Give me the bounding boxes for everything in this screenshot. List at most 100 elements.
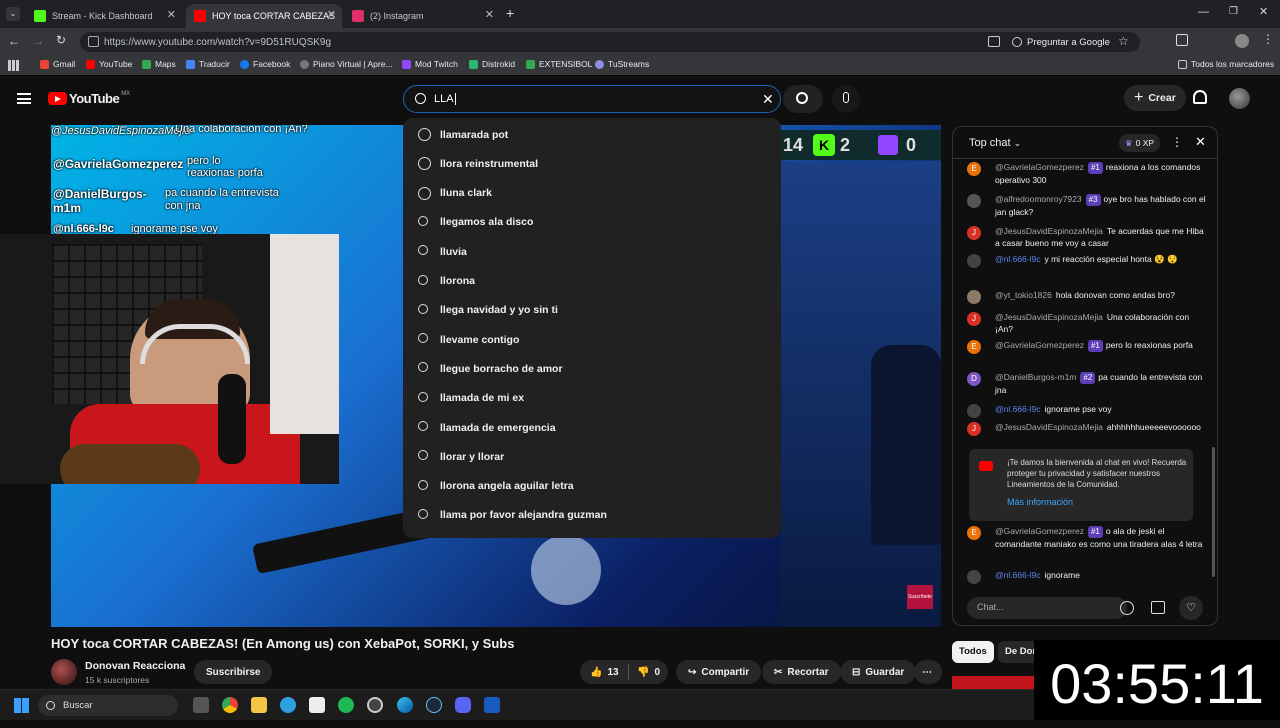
search-suggestion[interactable]: llorar y llorar — [403, 442, 781, 471]
bookmark-tustreams[interactable]: TuStreams — [595, 59, 649, 69]
bookmark-gmail[interactable]: Gmail — [40, 59, 75, 69]
more-info-link[interactable]: Más información — [1007, 497, 1073, 508]
search-button[interactable] — [783, 85, 823, 113]
chat-message[interactable]: @yt_tokio1826 hola donovan como andas bro… — [967, 289, 1207, 304]
search-suggestion[interactable]: llegamos ala disco — [403, 208, 781, 237]
chat-message[interactable]: E @GavrielaGomezperez #1 o ala de jeski el … — [967, 525, 1207, 550]
chat-avatar[interactable]: J — [967, 422, 981, 436]
chat-author[interactable]: @yt_tokio1826 — [995, 290, 1052, 300]
steam-icon[interactable] — [426, 697, 442, 713]
chat-message[interactable]: @nl.666-l9c ignorame — [967, 569, 1207, 584]
word-icon[interactable] — [484, 697, 500, 713]
forward-icon[interactable]: → — [32, 34, 44, 48]
chat-author[interactable]: @GavrielaGomezperez — [995, 526, 1084, 536]
install-icon[interactable] — [988, 36, 1000, 47]
search-suggestion[interactable]: llega navidad y yo sin ti — [403, 296, 781, 325]
back-icon[interactable]: ← — [8, 34, 20, 48]
bookmark-piano[interactable]: Piano Virtual | Apre... — [300, 59, 393, 69]
search-suggestion[interactable]: lluna clark — [403, 179, 781, 208]
chat-message[interactable]: @nl.666-l9c ignorame pse voy — [967, 403, 1207, 418]
channel-avatar[interactable] — [51, 659, 77, 685]
youtube-logo[interactable]: YouTube MX — [48, 91, 130, 106]
chat-mode-dropdown[interactable]: Top chat ⌄ — [969, 137, 1021, 149]
chat-message[interactable]: J @JesusDavidEspinozaMejia ahhhhhhueeeeevo… — [967, 421, 1207, 436]
close-window-icon[interactable]: ✕ — [1259, 5, 1268, 18]
site-info-icon[interactable] — [88, 36, 99, 47]
bookmark-distrokid[interactable]: Distrokid — [469, 59, 515, 69]
profile-icon[interactable] — [1235, 34, 1249, 48]
chat-message[interactable]: E @GavrielaGomezperez #1 pero lo reaxionas … — [967, 339, 1207, 354]
search-suggestion[interactable]: llama por favor alejandra guzman — [403, 501, 781, 530]
bookmark-facebook[interactable]: Facebook — [240, 59, 290, 69]
share-button[interactable]: ↪ Compartir — [676, 660, 762, 684]
filter-chip-all[interactable]: Todos — [952, 641, 994, 663]
close-chat-icon[interactable]: ✕ — [1195, 134, 1206, 150]
save-button[interactable]: ⊟ Guardar — [840, 660, 917, 684]
tab-search-button[interactable]: ⌄ — [6, 7, 20, 21]
chat-author[interactable]: @nl.666-l9c — [995, 570, 1040, 580]
search-suggestion[interactable]: lluvia — [403, 237, 781, 266]
obs-icon[interactable] — [367, 697, 383, 713]
chrome-icon[interactable] — [222, 697, 238, 713]
extensions-icon[interactable] — [1176, 34, 1188, 46]
minimize-icon[interactable]: — — [1198, 6, 1209, 18]
chat-avatar[interactable] — [967, 570, 981, 584]
bookmark-extensibol[interactable]: EXTENSIBOL — [526, 59, 592, 69]
tab-youtube[interactable]: HOY toca CORTAR CABEZAS ✕ — [186, 4, 342, 28]
bookmark-youtube[interactable]: YouTube — [86, 59, 132, 69]
telegram-icon[interactable] — [280, 697, 296, 713]
avatar[interactable] — [1229, 88, 1250, 109]
close-tab-icon[interactable]: ✕ — [485, 8, 494, 21]
chat-avatar[interactable]: E — [967, 340, 981, 354]
maximize-icon[interactable]: ❐ — [1229, 6, 1238, 17]
chat-author[interactable]: @nl.666-l9c — [995, 404, 1040, 414]
emoji-icon[interactable] — [1120, 601, 1134, 615]
bookmark-mod-twitch[interactable]: Mod Twitch — [402, 59, 458, 69]
reload-icon[interactable]: ↻ — [56, 33, 66, 47]
like-chat-button[interactable]: ♡ — [1179, 596, 1203, 620]
chat-avatar[interactable] — [967, 404, 981, 418]
chat-message[interactable]: E @GavrielaGomezperez #1 reaxiona a los com… — [967, 161, 1207, 186]
chat-author[interactable]: @JesusDavidEspinozaMejia — [995, 312, 1103, 322]
apps-icon[interactable] — [8, 60, 19, 71]
subscribe-button[interactable]: Suscribirse — [194, 660, 273, 684]
bookmark-star-icon[interactable]: ☆ — [1118, 34, 1129, 48]
xp-badge[interactable]: ♛ 0 XP — [1119, 134, 1161, 152]
windows-start-icon[interactable] — [14, 698, 29, 713]
create-button[interactable]: + Crear — [1124, 85, 1186, 111]
chat-message[interactable]: @nl.666-l9c y mi reacción especial honta … — [967, 253, 1207, 268]
hamburger-menu-icon[interactable] — [17, 93, 31, 104]
chat-avatar[interactable] — [967, 254, 981, 268]
tab-instagram[interactable]: (2) Instagram ✕ — [344, 4, 500, 28]
ask-google-button[interactable]: Preguntar a Google — [1012, 32, 1110, 52]
notifications-bell-icon[interactable] — [1193, 90, 1207, 104]
search-suggestion[interactable]: llegue borracho de amor — [403, 354, 781, 383]
chat-author[interactable]: @nl.666-l9c — [995, 254, 1040, 264]
chat-author[interactable]: @alfredoomonroy7923 — [995, 194, 1082, 204]
super-chat-icon[interactable] — [1151, 601, 1165, 614]
chat-author[interactable]: @DanielBurgos-m1m — [995, 372, 1076, 382]
chat-avatar[interactable]: E — [967, 162, 981, 176]
close-tab-icon[interactable]: ✕ — [167, 8, 176, 21]
search-suggestion[interactable]: llorona — [403, 267, 781, 296]
clip-button[interactable]: ✂ Recortar — [762, 660, 841, 684]
bookmark-translate[interactable]: Traducir — [186, 59, 230, 69]
voice-search-button[interactable] — [832, 85, 860, 113]
address-bar[interactable]: https://www.youtube.com/watch?v=9D51RUQS… — [80, 32, 1140, 52]
filter-chip-channel[interactable]: De Don — [998, 641, 1034, 663]
task-view-icon[interactable] — [193, 697, 209, 713]
chat-message[interactable]: J @JesusDavidEspinozaMejia Te acuerdas que… — [967, 225, 1207, 249]
new-tab-icon[interactable]: + — [506, 5, 514, 21]
edge-icon[interactable] — [397, 697, 413, 713]
chat-avatar[interactable]: J — [967, 312, 981, 326]
taskbar-search[interactable]: Buscar — [38, 695, 178, 716]
all-bookmarks[interactable]: Todos los marcadores — [1178, 59, 1274, 69]
search-suggestion[interactable]: llevame contigo — [403, 325, 781, 354]
recommended-thumbnail[interactable] — [952, 676, 1034, 689]
search-input[interactable]: LLA ✕ — [403, 85, 781, 113]
chat-author[interactable]: @JesusDavidEspinozaMejia — [995, 226, 1103, 236]
capcut-icon[interactable] — [309, 697, 325, 713]
dislike-button[interactable]: 👎 0 — [629, 667, 660, 678]
chat-avatar[interactable]: D — [967, 372, 981, 386]
chat-author[interactable]: @GavrielaGomezperez — [995, 340, 1084, 350]
